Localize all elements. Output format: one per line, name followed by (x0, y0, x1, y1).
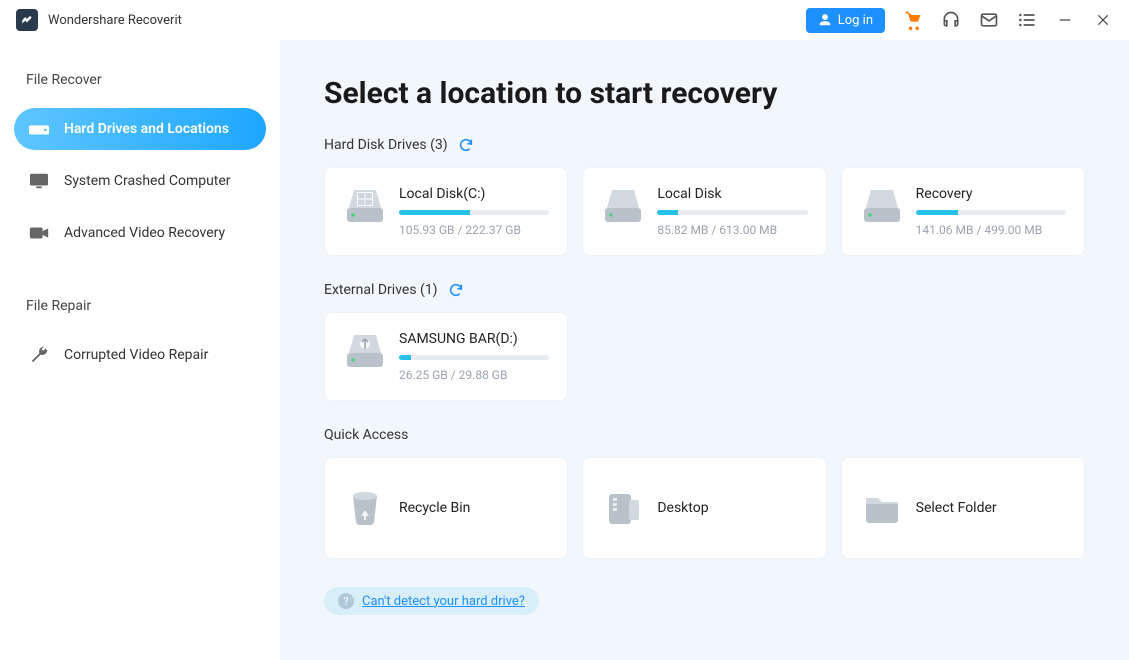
drive-card[interactable]: Local Disk(C:) 105.93 GB / 222.37 GB (324, 167, 568, 256)
drive-size: 105.93 GB / 222.37 GB (399, 223, 549, 237)
page-title: Select a location to start recovery (324, 76, 1085, 111)
sidebar-item-label: Hard Drives and Locations (64, 121, 229, 137)
drive-icon (860, 186, 904, 230)
app-title: Wondershare Recoverit (48, 13, 182, 28)
drive-name: Recovery (916, 186, 1066, 202)
drive-card[interactable]: Local Disk 85.82 MB / 613.00 MB (582, 167, 826, 256)
drive-icon (343, 186, 387, 230)
question-icon: ? (338, 593, 354, 609)
quickaccess-recycle-bin[interactable]: Recycle Bin (324, 457, 568, 559)
recycle-bin-icon (343, 486, 387, 530)
quickaccess-label: Select Folder (916, 500, 1066, 516)
mail-icon[interactable] (979, 10, 999, 30)
drive-progress (916, 210, 1066, 215)
cart-icon[interactable] (903, 10, 923, 30)
drive-size: 26.25 GB / 29.88 GB (399, 368, 549, 382)
desktop-icon (601, 486, 645, 530)
section-external-label: External Drives (1) (324, 282, 438, 298)
headset-icon[interactable] (941, 10, 961, 30)
drive-icon (601, 186, 645, 230)
sidebar-item-hard-drives[interactable]: Hard Drives and Locations (14, 108, 266, 150)
quickaccess-label: Recycle Bin (399, 500, 549, 516)
sidebar-item-label: Corrupted Video Repair (64, 347, 208, 363)
drive-name: SAMSUNG BAR(D:) (399, 331, 549, 347)
wrench-icon (28, 346, 50, 364)
drive-size: 85.82 MB / 613.00 MB (657, 223, 807, 237)
drive-progress (399, 355, 549, 360)
drive-progress (657, 210, 807, 215)
drive-size: 141.06 MB / 499.00 MB (916, 223, 1066, 237)
login-button-label: Log in (838, 13, 873, 28)
sidebar-section-recover: File Recover (14, 72, 266, 108)
drive-card[interactable]: Recovery 141.06 MB / 499.00 MB (841, 167, 1085, 256)
help-detect-drive[interactable]: ? Can't detect your hard drive? (324, 587, 539, 615)
main: Select a location to start recovery Hard… (280, 40, 1129, 660)
close-icon[interactable] (1093, 10, 1113, 30)
user-icon (818, 13, 832, 27)
section-hdd-label: Hard Disk Drives (3) (324, 137, 448, 153)
sidebar: File Recover Hard Drives and Locations S… (0, 40, 280, 660)
usb-drive-icon (343, 331, 387, 375)
help-link-label: Can't detect your hard drive? (362, 594, 525, 609)
sidebar-item-system-crashed[interactable]: System Crashed Computer (14, 160, 266, 202)
external-drive-card[interactable]: SAMSUNG BAR(D:) 26.25 GB / 29.88 GB (324, 312, 568, 401)
app-logo (16, 9, 38, 31)
minimize-icon[interactable] (1055, 10, 1075, 30)
header: Wondershare Recoverit Log in (0, 0, 1129, 40)
monitor-icon (28, 172, 50, 190)
quickaccess-label: Desktop (657, 500, 807, 516)
folder-icon (860, 486, 904, 530)
sidebar-item-label: Advanced Video Recovery (64, 225, 225, 241)
drive-icon (28, 120, 50, 138)
sidebar-section-repair: File Repair (14, 298, 266, 334)
sidebar-item-label: System Crashed Computer (64, 173, 231, 189)
list-icon[interactable] (1017, 10, 1037, 30)
quickaccess-desktop[interactable]: Desktop (582, 457, 826, 559)
drive-name: Local Disk (657, 186, 807, 202)
sidebar-item-advanced-video[interactable]: Advanced Video Recovery (14, 212, 266, 254)
drive-progress (399, 210, 549, 215)
camera-icon (28, 224, 50, 242)
login-button[interactable]: Log in (806, 8, 885, 33)
quickaccess-select-folder[interactable]: Select Folder (841, 457, 1085, 559)
refresh-icon[interactable] (458, 137, 474, 153)
sidebar-item-corrupted-video[interactable]: Corrupted Video Repair (14, 334, 266, 376)
drive-name: Local Disk(C:) (399, 186, 549, 202)
refresh-icon[interactable] (448, 282, 464, 298)
section-quickaccess-label: Quick Access (324, 427, 408, 443)
